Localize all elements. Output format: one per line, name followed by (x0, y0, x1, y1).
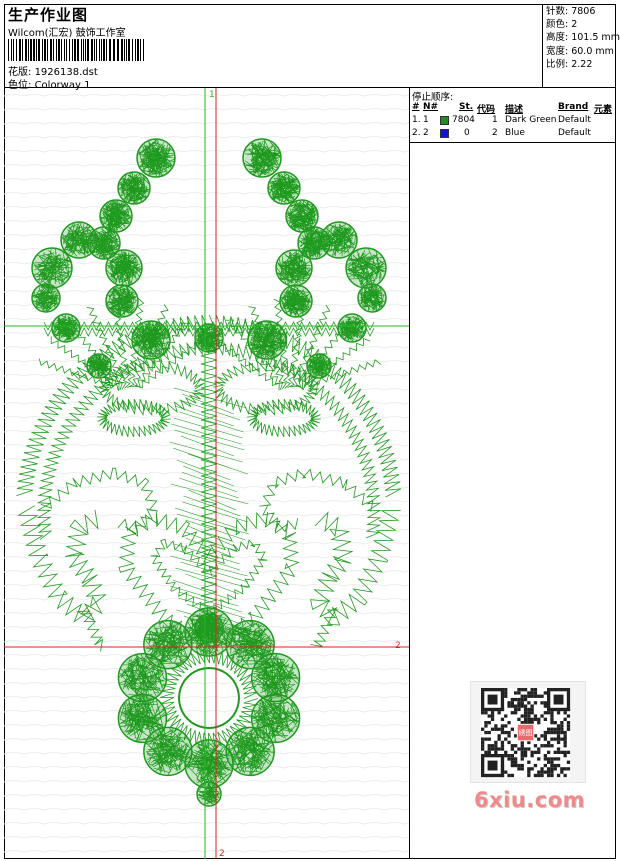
stop-row[interactable]: 1. 1 7804 1 Dark Green Default (410, 115, 616, 127)
stats-panel: 针数: 7806 颜色: 2 高度: 101.5 mm 宽度: 60.0 mm … (542, 4, 620, 88)
col-n: N# (423, 102, 439, 112)
row-stitches: 7804 (452, 115, 475, 125)
row-desc: Blue (505, 128, 525, 138)
company-name: Wilcom(汇宏) 鼓饰工作室 (8, 28, 126, 39)
production-sheet: 生产作业图 Wilcom(汇宏) 鼓饰工作室 花版: 1926138.dst 色… (0, 0, 620, 861)
design-height: 高度: 101.5 mm (546, 32, 620, 44)
panel-divider (409, 88, 410, 859)
col-desc: 描述 (505, 105, 524, 115)
row-stitches: 0 (464, 128, 470, 138)
guide-marker-bottom: 2 (219, 849, 225, 859)
stitch-count: 针数: 7806 (546, 6, 596, 17)
row-code: 2 (492, 128, 498, 138)
header: 生产作业图 Wilcom(汇宏) 鼓饰工作室 花版: 1926138.dst 色… (4, 4, 620, 91)
barcode (8, 39, 144, 61)
col-hash: # (412, 102, 420, 112)
design-scale: 比例: 2.22 (546, 58, 593, 70)
row-brand: Default (558, 128, 591, 138)
col-code: 代码 (477, 105, 496, 115)
col-elements: 元素 (594, 105, 613, 115)
stop-order-title: 停止顺序: (412, 92, 454, 103)
col-st: St. (459, 102, 474, 112)
color-swatch (440, 129, 449, 138)
qr-code: 绣图 (481, 688, 571, 778)
row-hash: 2. (412, 128, 421, 138)
design-width: 宽度: 60.0 mm (546, 45, 614, 57)
watermark-text: 6xiu.com (474, 788, 586, 812)
guide-marker-top: 1 (209, 90, 215, 100)
color-swatch (440, 116, 449, 125)
page-title: 生产作业图 (8, 6, 89, 24)
qr-code-watermark: 绣图 (470, 681, 586, 783)
row-desc: Dark Green (505, 115, 557, 125)
color-count: 颜色: 2 (546, 19, 578, 31)
row-n: 1 (423, 115, 429, 125)
col-brand: Brand (558, 102, 589, 112)
row-code: 1 (492, 115, 498, 125)
svg-text:绣图: 绣图 (519, 728, 533, 737)
design-canvas[interactable]: 1 2 2 (4, 88, 409, 859)
stop-order-header: # N# St. 代码 描述 Brand 元素 (410, 102, 616, 115)
row-brand: Default (558, 115, 591, 125)
guide-marker-right: 2 (395, 641, 401, 651)
watermark-logo: 6xiu.com 6xiu.com (474, 788, 586, 813)
row-hash: 1. (412, 115, 421, 125)
stop-row[interactable]: 2. 2 0 2 Blue Default (410, 128, 616, 140)
embroidery-design: 1 2 2 (4, 88, 409, 859)
row-n: 2 (423, 128, 429, 138)
stop-order-panel: 停止顺序: # N# St. 代码 描述 Brand 元素 1. 1 7804 … (410, 88, 616, 143)
